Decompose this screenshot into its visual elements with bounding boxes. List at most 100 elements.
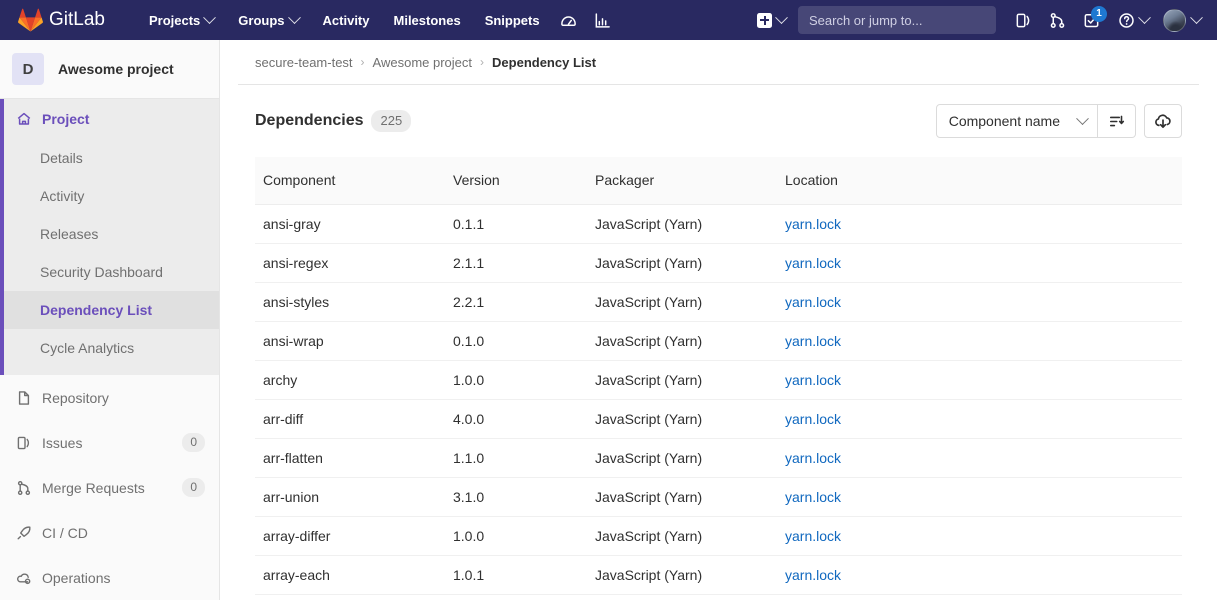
merge-requests-icon [16,480,32,496]
sidebar-project-header[interactable]: D Awesome project [0,40,219,99]
nav-item-activity[interactable]: Activity [311,0,382,40]
create-new-button[interactable] [749,6,794,34]
table-row: arr-diff4.0.0JavaScript (Yarn)yarn.lock [255,399,1182,438]
gauge-icon[interactable] [552,0,586,40]
page-header: Dependencies 225 Component name [238,85,1199,157]
location-link[interactable]: yarn.lock [785,450,841,466]
cell-packager: JavaScript (Yarn) [587,360,777,399]
column-header-location: Location [777,157,1182,204]
sort-field-dropdown[interactable]: Component name [936,104,1098,138]
sidebar-item-activity[interactable]: Activity [0,177,219,215]
dependencies-table-wrapper: Component Version Packager Location ansi… [238,157,1199,600]
location-link[interactable]: yarn.lock [785,255,841,271]
column-header-packager: Packager [587,157,777,204]
column-header-component: Component [255,157,445,204]
cell-location: yarn.lock [777,516,1182,555]
location-link[interactable]: yarn.lock [785,333,841,349]
cell-version: 1.1.0 [445,594,587,600]
analytics-chart-icon[interactable] [586,0,620,40]
document-icon [16,390,32,406]
sidebar-item-operations[interactable]: Operations [0,555,219,600]
cell-packager: JavaScript (Yarn) [587,282,777,321]
search-box[interactable] [798,6,996,34]
nav-item-snippets-label: Snippets [485,13,540,28]
search-input[interactable] [807,12,987,29]
breadcrumb-item-group[interactable]: secure-team-test [255,55,353,70]
sidebar-item-dependency-list[interactable]: Dependency List [0,291,219,329]
location-link[interactable]: yarn.lock [785,489,841,505]
nav-item-milestones[interactable]: Milestones [382,0,473,40]
sidebar-item-issues[interactable]: Issues 0 [0,420,219,465]
sidebar-item-ci-cd-label: CI / CD [42,525,88,541]
header-controls: Component name [936,104,1182,138]
nav-item-groups[interactable]: Groups [226,0,310,40]
table-header-row: Component Version Packager Location [255,157,1182,204]
sidebar-item-issues-label: Issues [42,435,82,451]
cloud-gear-icon [16,570,32,586]
chevron-down-icon [288,11,301,24]
cell-packager: JavaScript (Yarn) [587,438,777,477]
location-link[interactable]: yarn.lock [785,567,841,583]
table-row: archy1.0.0JavaScript (Yarn)yarn.lock [255,360,1182,399]
table-row: array-differ1.0.0JavaScript (Yarn)yarn.l… [255,516,1182,555]
sidebar-item-security-dashboard[interactable]: Security Dashboard [0,253,219,291]
cell-location: yarn.lock [777,555,1182,594]
cell-packager: JavaScript (Yarn) [587,204,777,243]
sidebar-item-details[interactable]: Details [0,139,219,177]
cell-component: arr-flatten [255,438,445,477]
sidebar-group-project: Project Details Activity Releases Securi… [0,99,219,375]
export-button[interactable] [1144,104,1182,138]
sidebar-item-merge-requests[interactable]: Merge Requests 0 [0,465,219,510]
location-link[interactable]: yarn.lock [785,216,841,232]
cell-packager: JavaScript (Yarn) [587,477,777,516]
user-menu-button[interactable] [1155,0,1207,40]
navbar-right: 1 [749,0,1217,40]
sort-direction-button[interactable] [1098,104,1136,138]
table-row: ansi-gray0.1.1JavaScript (Yarn)yarn.lock [255,204,1182,243]
nav-item-activity-label: Activity [323,13,370,28]
cell-version: 0.1.0 [445,321,587,360]
issues-icon[interactable] [1006,0,1040,40]
location-link[interactable]: yarn.lock [785,528,841,544]
cloud-download-icon [1154,112,1172,130]
table-row: ansi-regex2.1.1JavaScript (Yarn)yarn.loc… [255,243,1182,282]
location-link[interactable]: yarn.lock [785,372,841,388]
table-row: arr-flatten1.1.0JavaScript (Yarn)yarn.lo… [255,438,1182,477]
cell-location: yarn.lock [777,282,1182,321]
nav-item-projects[interactable]: Projects [137,0,226,40]
merge-requests-icon[interactable] [1040,0,1074,40]
navbar-main-menu: Projects Groups Activity Milestones Snip… [137,0,620,40]
nav-item-groups-label: Groups [238,13,284,28]
help-menu-button[interactable] [1108,0,1155,40]
breadcrumb-item-current: Dependency List [492,55,596,70]
cell-version: 3.1.0 [445,477,587,516]
issues-icon [16,435,32,451]
table-row: ansi-wrap0.1.0JavaScript (Yarn)yarn.lock [255,321,1182,360]
issues-count-badge: 0 [182,433,205,451]
sidebar-item-merge-requests-label: Merge Requests [42,480,145,496]
location-link[interactable]: yarn.lock [785,411,841,427]
sort-button-group: Component name [936,104,1136,138]
cell-location: yarn.lock [777,243,1182,282]
sidebar-item-cycle-analytics[interactable]: Cycle Analytics [0,329,219,367]
cell-version: 2.2.1 [445,282,587,321]
sidebar-item-ci-cd[interactable]: CI / CD [0,510,219,555]
todos-button[interactable]: 1 [1074,0,1108,40]
gitlab-logo-icon[interactable] [17,8,43,33]
cell-version: 1.0.0 [445,516,587,555]
gitlab-wordmark[interactable]: GitLab [49,10,105,31]
table-row: arr-union3.1.0JavaScript (Yarn) yarn.lock [255,477,1182,516]
cell-packager: JavaScript (Yarn) [587,516,777,555]
rocket-icon [16,525,32,541]
sidebar-item-releases[interactable]: Releases [0,215,219,253]
cell-location: yarn.lock [777,321,1182,360]
sidebar-item-repository[interactable]: Repository [0,375,219,420]
nav-item-snippets[interactable]: Snippets [473,0,552,40]
sidebar-item-project[interactable]: Project [0,99,219,139]
breadcrumb-item-project[interactable]: Awesome project [373,55,472,70]
todos-count-badge: 1 [1091,6,1107,22]
cell-component: arr-union [255,477,445,516]
cell-component: ansi-styles [255,282,445,321]
sort-descending-icon [1108,113,1125,130]
location-link[interactable]: yarn.lock [785,294,841,310]
